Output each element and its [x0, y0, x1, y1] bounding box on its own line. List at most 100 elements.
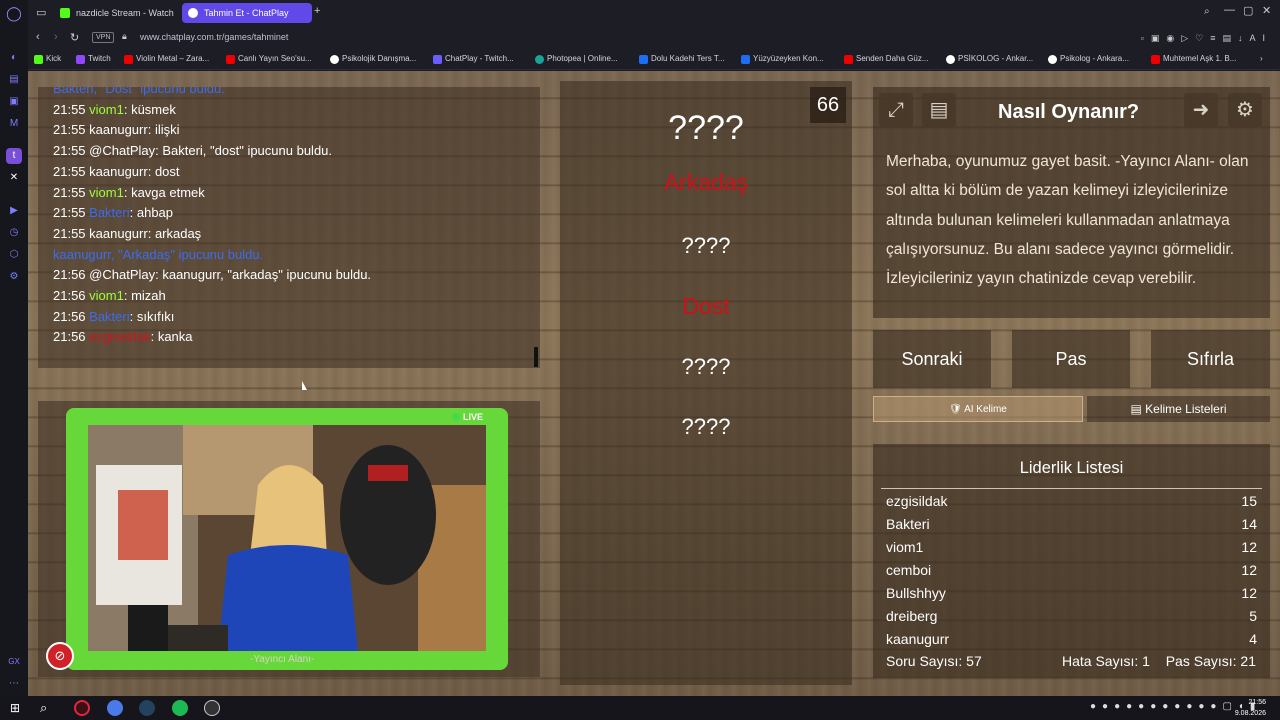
- tab-kick-stream[interactable]: nazdicle Stream - Watch Li: [54, 3, 176, 23]
- forward-button[interactable]: ›: [54, 31, 58, 43]
- player-score: 12: [1241, 562, 1257, 578]
- bookmark-icon[interactable]: ▫: [1141, 33, 1151, 43]
- chat-scrollbar[interactable]: [534, 347, 538, 367]
- aria-button[interactable]: AI: [1249, 33, 1272, 43]
- leaderboard-row: kaanugurr 4: [886, 631, 1257, 647]
- history-icon[interactable]: ◷: [6, 225, 22, 241]
- bookmark-item[interactable]: Muhtemel Aşk 1. B...: [1151, 54, 1236, 64]
- chrome-taskbar-icon[interactable]: [107, 700, 123, 716]
- chat-separator: :: [147, 163, 155, 179]
- steam-taskbar-icon[interactable]: [139, 700, 155, 716]
- url-field[interactable]: www.chatplay.com.tr/games/tahminet: [140, 32, 288, 42]
- chat-username[interactable]: viom1: [89, 288, 124, 303]
- bookmark-item[interactable]: Psikolojik Danışma...: [330, 54, 416, 64]
- bookmark-item[interactable]: PSİKOLOG - Ankar...: [946, 54, 1033, 64]
- player-score: 12: [1241, 585, 1257, 601]
- bookmark-item[interactable]: Senden Daha Güz...: [844, 54, 929, 64]
- menu-icon[interactable]: ≡: [1210, 33, 1222, 43]
- notes-button[interactable]: ▤: [922, 93, 956, 127]
- hidden-hint-word: ????: [681, 414, 731, 439]
- chat-username[interactable]: viom1: [89, 102, 124, 117]
- opera-logo-icon[interactable]: ◯: [6, 5, 22, 21]
- chat-username[interactable]: ezgiseldak: [89, 329, 150, 344]
- chat-username[interactable]: Bakteri: [89, 205, 129, 220]
- x-icon[interactable]: ✕: [6, 170, 22, 186]
- bookmark-item[interactable]: Twitch: [76, 54, 111, 64]
- system-clock[interactable]: 21:56 9.08.2026: [1235, 697, 1266, 719]
- chat-timestamp: 21:55: [53, 225, 90, 241]
- tab-chatplay[interactable]: Tahmin Et - ChatPlay: [182, 3, 312, 23]
- chat-username[interactable]: @ChatPlay: [89, 143, 155, 158]
- new-tab-button[interactable]: +: [314, 5, 320, 17]
- maximize-button[interactable]: ▢: [1243, 4, 1253, 17]
- how-to-play-panel: ⤢ ▤ Nasıl Oynanır? ➜ ⚙ Merhaba, oyunumuz…: [873, 87, 1270, 318]
- pass-button[interactable]: Pas: [1012, 330, 1130, 388]
- chat-timestamp: 21:55: [53, 184, 90, 200]
- bookmark-item[interactable]: Yüzyüzeyken Kon...: [741, 54, 824, 64]
- search-tabs-icon[interactable]: ⌕: [1204, 6, 1210, 17]
- bookmark-item[interactable]: Dolu Kadehi Ters T...: [639, 54, 725, 64]
- vpn-badge[interactable]: VPN: [92, 32, 115, 43]
- tab-label: nazdicle Stream - Watch Li: [76, 8, 176, 18]
- chat-username[interactable]: Bakteri,: [53, 87, 97, 96]
- obs-taskbar-icon[interactable]: [204, 700, 220, 716]
- start-button[interactable]: ⊞: [10, 701, 20, 715]
- ai-aria-icon[interactable]: ◐: [6, 50, 22, 66]
- bookmark-item[interactable]: Violin Metal – Zara...: [124, 54, 209, 64]
- reload-button[interactable]: ↻: [70, 31, 79, 44]
- bookmark-item[interactable]: Psikolog - Ankara...: [1048, 54, 1129, 64]
- settings-icon[interactable]: ⚙: [6, 269, 22, 285]
- chat-username[interactable]: kaanugurr: [89, 226, 148, 241]
- extensions-icon[interactable]: ⬡: [6, 247, 22, 263]
- heart-icon[interactable]: ♡: [1195, 33, 1210, 43]
- spotify-taskbar-icon[interactable]: [172, 700, 188, 716]
- tab-word-lists[interactable]: ▤ Kelime Listeleri: [1087, 396, 1270, 422]
- chat-username[interactable]: kaanugurr: [89, 122, 148, 137]
- settings-button[interactable]: ⚙: [1228, 93, 1262, 127]
- chat-text: kaanugurr, "arkadaş" ipucunu buldu.: [162, 267, 372, 283]
- chat-username[interactable]: Bakteri: [89, 309, 129, 324]
- bookmarks-overflow-icon[interactable]: ›: [1260, 54, 1263, 63]
- chat-text: sıkıfıkı: [136, 308, 175, 324]
- gx-icon[interactable]: GX: [6, 654, 22, 670]
- chat-text: kavga etmek: [131, 184, 205, 200]
- bookmark-item[interactable]: Kick: [34, 54, 61, 64]
- mail-icon[interactable]: M: [6, 116, 22, 132]
- hide-camera-button[interactable]: ⊘: [46, 642, 74, 670]
- chat-username[interactable]: kaanugurr,: [53, 247, 114, 262]
- bookmark-item[interactable]: Canlı Yayın Seo'su...: [226, 54, 312, 64]
- search-icon[interactable]: ⌕: [40, 700, 47, 716]
- robot-icon: 🛡︎: [949, 404, 965, 415]
- more-icon[interactable]: ⋯: [6, 676, 22, 692]
- reset-button[interactable]: Sıfırla: [1151, 330, 1270, 388]
- tab-ai-word[interactable]: 🛡︎ AI Kelime: [873, 396, 1083, 422]
- snapshot-icon[interactable]: ▣: [1151, 33, 1167, 43]
- chat-username[interactable]: kaanugurr: [89, 164, 148, 179]
- shopping-icon[interactable]: ▤: [6, 72, 22, 88]
- download-icon[interactable]: ↓: [1238, 33, 1250, 43]
- site-icon: [330, 55, 339, 64]
- back-button[interactable]: ‹: [36, 31, 40, 43]
- opera-gx-taskbar-icon[interactable]: [74, 700, 90, 716]
- fullscreen-button[interactable]: ⤢: [879, 93, 913, 127]
- player-name: dreiberg: [886, 608, 938, 624]
- wallet-icon[interactable]: ▤: [1222, 33, 1238, 43]
- tab-overview-icon[interactable]: ▭: [36, 6, 46, 19]
- flow-icon[interactable]: ▷: [1181, 33, 1195, 43]
- player-name: Bakteri: [886, 516, 930, 532]
- chat-username[interactable]: viom1: [89, 185, 124, 200]
- twitch-icon[interactable]: t: [6, 148, 22, 164]
- minimize-button[interactable]: —: [1224, 4, 1235, 16]
- player-score: 5: [1249, 608, 1257, 624]
- camera-icon[interactable]: ◉: [1166, 33, 1181, 43]
- revealed-hint-word: Dost: [682, 293, 730, 319]
- close-window-button[interactable]: ✕: [1262, 4, 1271, 17]
- messenger-icon[interactable]: ▣: [6, 94, 22, 110]
- chat-message: Bakteri, "Dost" ipucunu buldu.: [38, 87, 540, 100]
- exit-button[interactable]: ➜: [1184, 93, 1218, 127]
- bookmark-item[interactable]: ChatPlay - Twitch...: [433, 54, 514, 64]
- bookmark-item[interactable]: Photopea | Online...: [535, 54, 618, 64]
- chat-username[interactable]: @ChatPlay: [89, 267, 155, 282]
- player-icon[interactable]: ▶: [6, 203, 22, 219]
- next-button[interactable]: Sonraki: [873, 330, 991, 388]
